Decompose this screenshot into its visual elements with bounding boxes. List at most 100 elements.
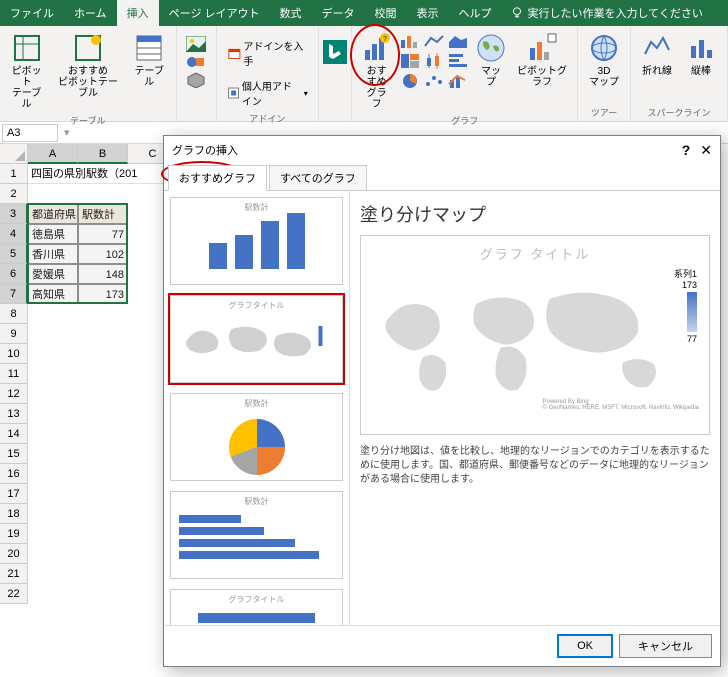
get-addins-button[interactable]: アドインを入手 [223,36,312,70]
tab-review[interactable]: 校閲 [365,0,407,26]
row-header[interactable]: 1 [0,164,28,184]
cell-b5[interactable]: 102 [78,244,128,264]
pivot-chart-button[interactable]: ピボットグラフ [513,30,571,90]
thumb-bar-chart[interactable]: 駅数計 [170,491,343,579]
row-header[interactable]: 18 [0,504,28,524]
row-header[interactable]: 15 [0,444,28,464]
row-header[interactable]: 11 [0,364,28,384]
cell-a3[interactable]: 都道府県 [28,204,78,224]
map-icon [475,32,507,64]
store-icon [227,45,242,61]
tab-all-charts[interactable]: すべてのグラフ [269,165,367,190]
hier-chart-icon[interactable] [399,52,421,70]
tab-insert[interactable]: 挿入 [117,0,159,26]
rec-chart-icon: ? [361,32,393,64]
col-header-a[interactable]: A [28,144,78,164]
tab-pagelayout[interactable]: ページ レイアウト [159,0,270,26]
tab-formulas[interactable]: 数式 [270,0,312,26]
cell-b6[interactable]: 148 [78,264,128,284]
cancel-button[interactable]: キャンセル [619,634,712,658]
row-header[interactable]: 17 [0,484,28,504]
scatter-chart-icon[interactable] [423,72,445,90]
pivot-table-button[interactable]: ピボット テーブル [6,30,47,112]
sparkline-line-button[interactable]: 折れ線 [637,30,677,79]
tell-me-text: 実行したい作業を入力してください [528,5,703,21]
row-header[interactable]: 7 [0,284,28,304]
ribbon: ピボット テーブル おすすめ ピボットテーブル テーブル テーブル [0,26,728,122]
row-header[interactable]: 8 [0,304,28,324]
group-tours-label: ツアー [591,104,617,121]
row-header[interactable]: 12 [0,384,28,404]
row-header[interactable]: 16 [0,464,28,484]
tab-help[interactable]: ヘルプ [449,0,502,26]
combo-chart-icon[interactable] [447,72,469,90]
thumb-column-chart[interactable]: 駅数計 [170,197,343,285]
row-header[interactable]: 22 [0,584,28,604]
row-header[interactable]: 10 [0,344,28,364]
row-header[interactable]: 13 [0,404,28,424]
row-header[interactable]: 2 [0,184,28,204]
cell-a7[interactable]: 高知県 [28,284,78,304]
area-chart-icon[interactable] [447,32,469,50]
ok-button[interactable]: OK [557,634,613,658]
3d-map-button[interactable]: 3D マップ [584,30,624,90]
thumb-pie-chart[interactable]: 駅数計 [170,393,343,481]
name-box-dropdown[interactable]: ▾ [58,126,76,139]
thumb-map-chart[interactable]: グラフタイトル [170,295,343,383]
table-icon [133,32,165,64]
tab-view[interactable]: 表示 [407,0,449,26]
insert-chart-dialog: グラフの挿入 ? ✕ おすすめグラフ すべてのグラフ 駅数計 グラフタイトル 駅… [163,135,721,667]
close-button[interactable]: ✕ [700,142,712,159]
row-header[interactable]: 14 [0,424,28,444]
row-header[interactable]: 5 [0,244,28,264]
cell-a5[interactable]: 香川県 [28,244,78,264]
tab-data[interactable]: データ [312,0,365,26]
help-button[interactable]: ? [682,142,691,159]
bar-chart-icon[interactable] [447,52,469,70]
select-all[interactable] [0,144,28,164]
svg-text:?: ? [383,36,387,43]
cell-a1[interactable]: 四国の県別駅数（201 [28,164,178,184]
stat-chart-icon[interactable] [423,52,445,70]
preview-chart: グラフ タイトル 系列1 173 77 [360,235,710,435]
row-header[interactable]: 4 [0,224,28,244]
cell-a6[interactable]: 愛媛県 [28,264,78,284]
globe-icon [588,32,620,64]
shapes-icon[interactable] [186,54,206,70]
row-header[interactable]: 9 [0,324,28,344]
row-header[interactable]: 21 [0,564,28,584]
line-chart-icon[interactable] [423,32,445,50]
cell-b7[interactable]: 173 [78,284,128,304]
row-header[interactable]: 6 [0,264,28,284]
map-button[interactable]: マップ [473,30,509,90]
table-button[interactable]: テーブル [129,30,170,90]
lightbulb-icon [510,6,524,20]
cell-a4[interactable]: 徳島県 [28,224,78,244]
sparkline-col-button[interactable]: 縦棒 [681,30,721,79]
recommended-charts-button[interactable]: ? おすすめ グラフ [358,30,395,112]
row-header[interactable]: 20 [0,544,28,564]
cell-b3[interactable]: 駅数計 [78,204,128,224]
col-header-b[interactable]: B [78,144,128,164]
tab-file[interactable]: ファイル [0,0,64,26]
tell-me[interactable]: 実行したい作業を入力してください [510,0,703,26]
cell-b4[interactable]: 77 [78,224,128,244]
recommended-pivot-button[interactable]: おすすめ ピボットテーブル [51,30,125,101]
name-box[interactable] [2,124,58,142]
thumbnails-pane[interactable]: 駅数計 グラフタイトル 駅数計 駅数計 グラフタイトル [164,191,350,625]
bing-icon[interactable] [323,40,347,64]
model-icon[interactable] [186,72,206,88]
tab-recommended[interactable]: おすすめグラフ [168,165,267,191]
row-header[interactable]: 3 [0,204,28,224]
col-chart-icon[interactable] [399,32,421,50]
picture-icon[interactable] [186,36,206,52]
pie-chart-icon[interactable] [399,72,421,90]
thumb-funnel-chart[interactable]: グラフタイトル [170,589,343,625]
tab-home[interactable]: ホーム [64,0,117,26]
dialog-tabs: おすすめグラフ すべてのグラフ [164,165,720,191]
my-addins-button[interactable]: 個人用アドイン▾ [223,76,312,110]
row-header[interactable]: 19 [0,524,28,544]
pivot-table-icon [11,32,43,64]
dialog-title: グラフの挿入 [172,142,238,159]
group-charts-label: グラフ [451,112,478,129]
